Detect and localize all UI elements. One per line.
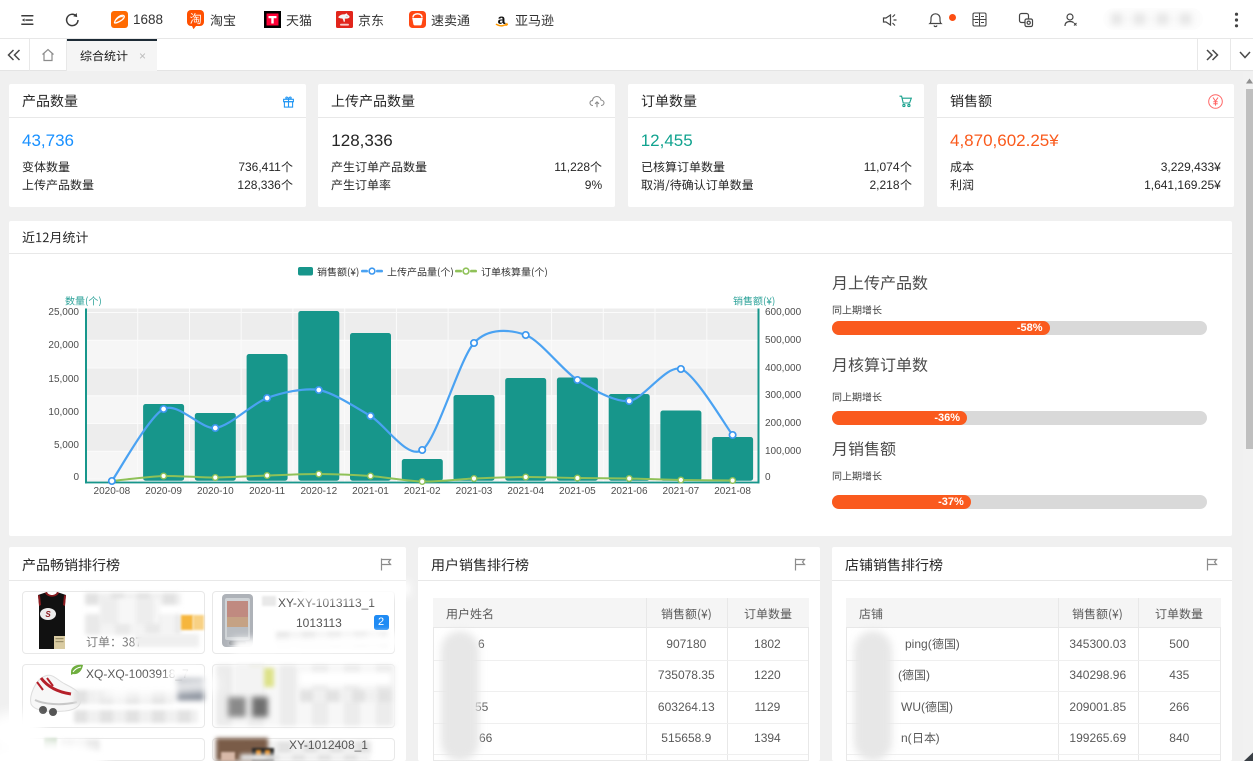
svg-text:S: S: [45, 610, 51, 619]
